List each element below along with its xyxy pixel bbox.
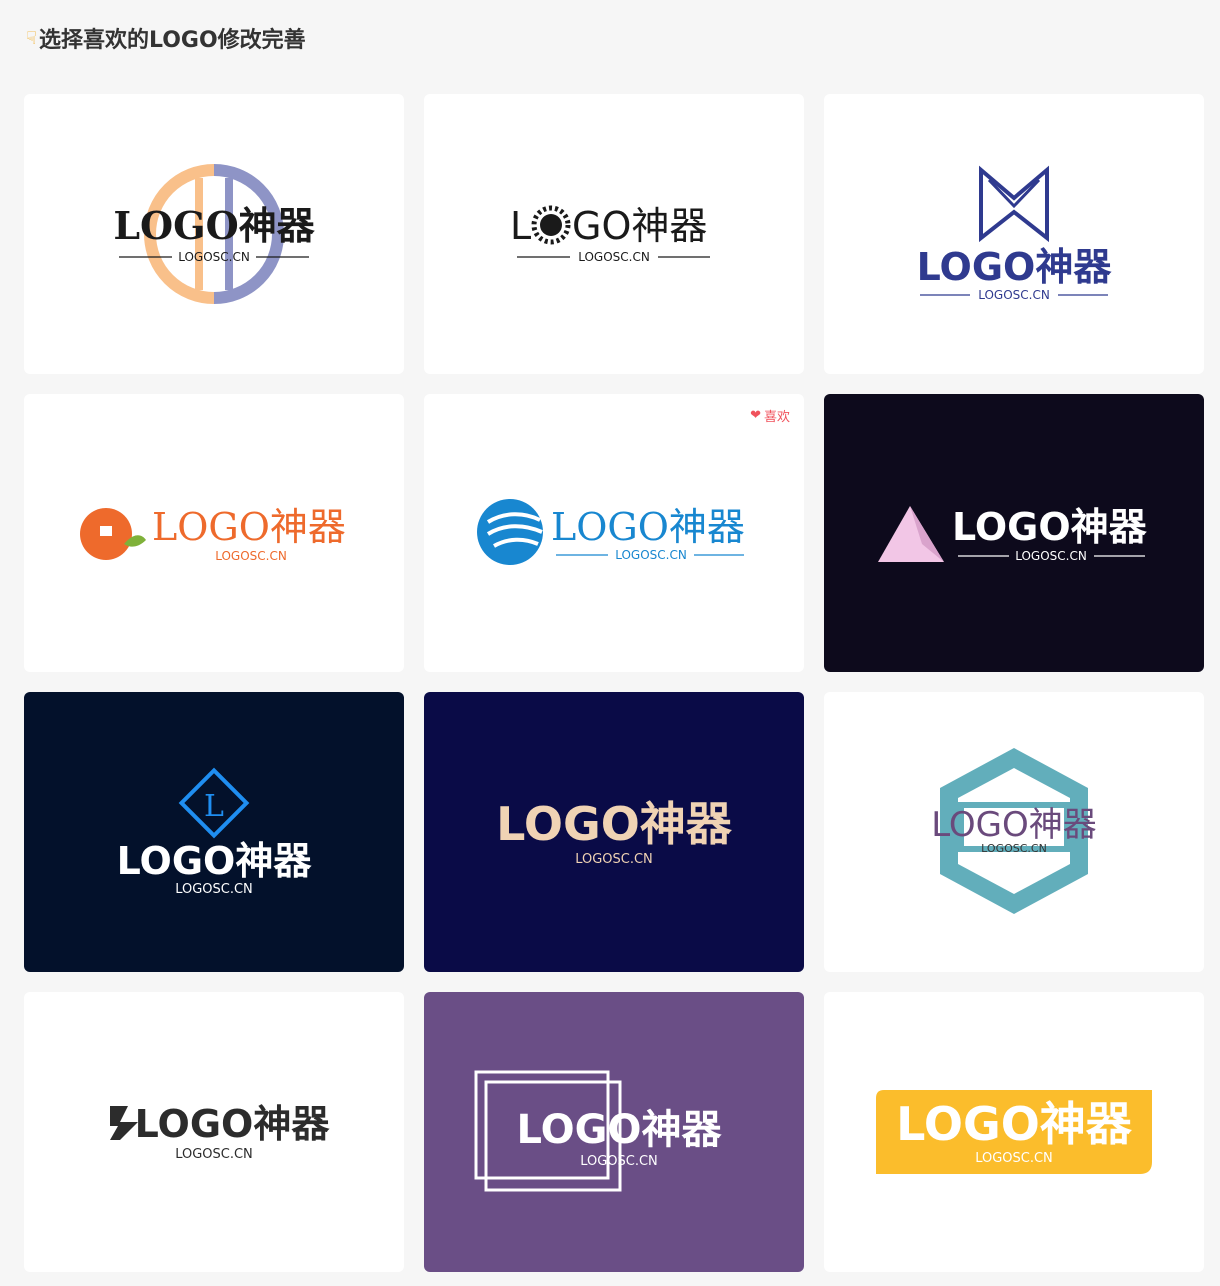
logo-preview: LOGO神器 LOGOSC.CN bbox=[80, 505, 346, 563]
sun-icon bbox=[531, 205, 571, 245]
logo-preview: LOGO神器 LOGOSC.CN bbox=[878, 505, 1148, 563]
logo-card[interactable]: LOGO神器 LOGOSC.CN bbox=[24, 94, 404, 374]
logo-preview: LOGO神器 LOGOSC.CN bbox=[876, 1090, 1152, 1174]
blue-swirl-icon bbox=[477, 499, 543, 565]
logo-preview: LOGO神器 LOGOSC.CN bbox=[110, 1102, 331, 1162]
logo-grid: LOGO神器 LOGOSC.CN L GO神器 LOGOSC.CN LOGO神器 bbox=[24, 94, 1204, 1272]
logo-subtitle: LOGOSC.CN bbox=[175, 882, 253, 897]
logo-card[interactable]: LOGO神器 LOGOSC.CN bbox=[824, 94, 1204, 374]
logo-card[interactable]: LOGO神器 LOGOSC.CN bbox=[24, 394, 404, 672]
logo-card[interactable]: LOGO神器 LOGOSC.CN bbox=[824, 992, 1204, 1272]
logo-preview: LOGO神器 LOGOSC.CN bbox=[931, 748, 1097, 914]
page-title: 选择喜欢的LOGO修改完善 bbox=[38, 28, 306, 53]
logo-card[interactable]: LOGO神器 LOGOSC.CN bbox=[24, 992, 404, 1272]
logo-letter-l: L bbox=[510, 204, 531, 248]
logo-card[interactable]: LOGO神器 LOGOSC.CN bbox=[824, 692, 1204, 972]
logo-text: LOGO神器 bbox=[952, 505, 1148, 549]
logo-preview: L LOGO神器 LOGOSC.CN bbox=[117, 767, 313, 897]
blue-diamond-l-icon: L bbox=[178, 767, 250, 839]
svg-text:L: L bbox=[204, 789, 224, 824]
logo-subtitle: LOGOSC.CN bbox=[215, 549, 287, 563]
logo-preview: L GO神器 LOGOSC.CN bbox=[510, 204, 710, 264]
logo-text: LOGO神器 bbox=[496, 797, 733, 851]
logo-preview: LOGO神器 LOGOSC.CN bbox=[113, 164, 316, 304]
logo-preview: LOGO神器 LOGOSC.CN bbox=[474, 1070, 723, 1192]
logo-text: LOGO神器 bbox=[152, 505, 346, 549]
pink-triangle-icon bbox=[878, 506, 944, 562]
logo-preview: LOGO神器 LOGOSC.CN bbox=[496, 797, 733, 867]
logo-subtitle: LOGOSC.CN bbox=[981, 842, 1047, 855]
logo-card[interactable]: LOGO神器 LOGOSC.CN bbox=[424, 692, 804, 972]
logo-text: LOGO神器 bbox=[517, 1107, 723, 1153]
page-header: ☟ 选择喜欢的LOGO修改完善 bbox=[26, 22, 306, 54]
logo-text: LOGO神器 bbox=[931, 805, 1097, 845]
logo-card[interactable]: ❤ 喜欢 LOGO神器 LOGOSC.CN bbox=[424, 394, 804, 672]
logo-subtitle: LOGOSC.CN bbox=[978, 288, 1050, 302]
logo-card[interactable]: LOGO神器 LOGOSC.CN bbox=[424, 992, 804, 1272]
logo-text: LOGO神器 bbox=[135, 1102, 331, 1146]
logo-text: GO神器 bbox=[572, 204, 707, 248]
logo-subtitle: LOGOSC.CN bbox=[175, 1147, 253, 1162]
logo-preview: LOGO神器 LOGOSC.CN bbox=[917, 165, 1113, 302]
logo-preview: LOGO神器 LOGOSC.CN bbox=[477, 499, 745, 565]
logo-text: LOGO神器 bbox=[896, 1097, 1133, 1151]
like-badge[interactable]: ❤ 喜欢 bbox=[750, 406, 790, 425]
logo-subtitle: LOGOSC.CN bbox=[580, 1154, 658, 1169]
like-label: 喜欢 bbox=[763, 410, 790, 425]
logo-card[interactable]: L LOGO神器 LOGOSC.CN bbox=[24, 692, 404, 972]
logo-text: LOGO神器 bbox=[113, 203, 315, 248]
logo-text: LOGO神器 bbox=[551, 505, 745, 549]
logo-subtitle: LOGOSC.CN bbox=[1015, 549, 1087, 563]
heart-icon: ❤ bbox=[750, 408, 761, 423]
logo-subtitle: LOGOSC.CN bbox=[615, 548, 687, 562]
logo-card[interactable]: L GO神器 LOGOSC.CN bbox=[424, 94, 804, 374]
orange-l-leaf-icon bbox=[80, 508, 146, 560]
logo-subtitle: LOGOSC.CN bbox=[178, 250, 250, 264]
pointing-down-hand-icon: ☟ bbox=[26, 27, 37, 49]
logo-text: LOGO神器 bbox=[117, 839, 313, 883]
logo-subtitle: LOGOSC.CN bbox=[975, 1151, 1053, 1166]
logo-subtitle: LOGOSC.CN bbox=[578, 250, 650, 264]
logo-text: LOGO神器 bbox=[917, 245, 1113, 289]
logo-card[interactable]: LOGO神器 LOGOSC.CN bbox=[824, 394, 1204, 672]
logo-subtitle: LOGOSC.CN bbox=[575, 852, 653, 867]
